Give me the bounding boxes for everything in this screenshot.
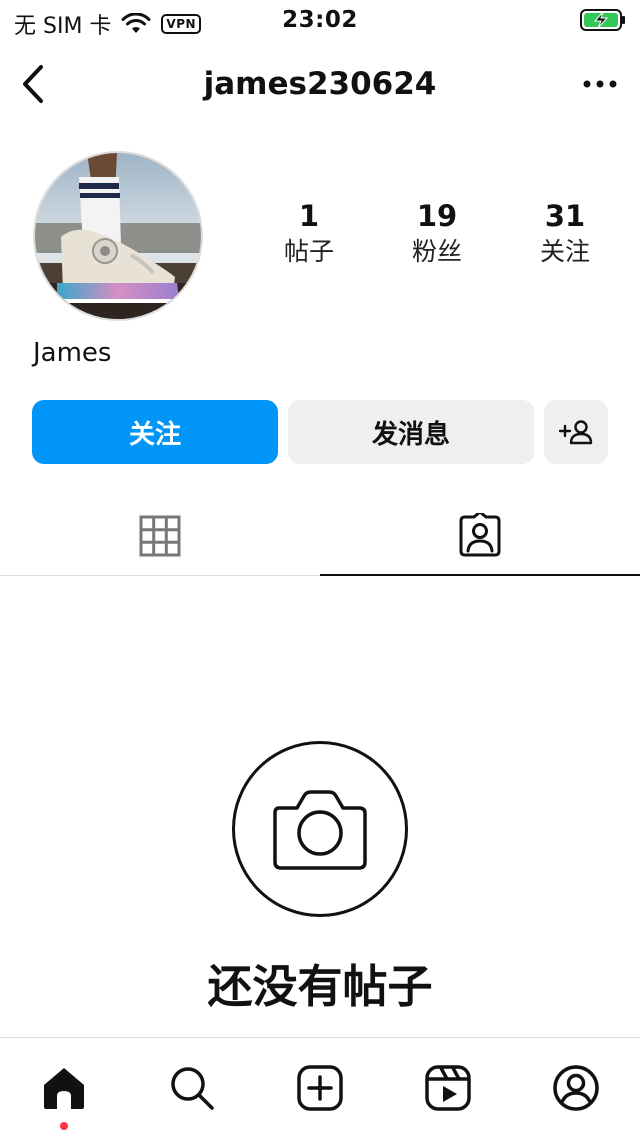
bottom-tab-bar — [0, 1037, 640, 1136]
profile-stats: 1 帖子 19 粉丝 31 关注 — [245, 196, 630, 268]
nav-create[interactable] — [292, 1060, 348, 1116]
profile-icon — [553, 1065, 599, 1111]
empty-state-camera-circle — [232, 741, 408, 917]
status-bar: 无 SIM 卡 VPN 23:02 — [0, 0, 640, 40]
profile-tabs — [0, 496, 640, 576]
nav-profile[interactable] — [548, 1060, 604, 1116]
empty-state-text: 还没有帖子 — [207, 960, 433, 1013]
tagged-icon — [459, 513, 501, 557]
search-icon — [171, 1067, 214, 1110]
tab-posts-grid[interactable] — [0, 496, 320, 576]
add-person-icon — [559, 420, 593, 445]
tab-tagged[interactable] — [320, 496, 640, 576]
reels-icon — [425, 1065, 471, 1111]
camera-icon — [273, 790, 367, 870]
create-icon — [297, 1065, 343, 1111]
stat-posts-count: 1 — [298, 199, 320, 233]
profile-avatar[interactable] — [33, 151, 203, 321]
ellipsis-icon — [583, 80, 617, 88]
sneaker-photo — [35, 153, 201, 319]
nav-home[interactable] — [36, 1060, 92, 1116]
home-icon — [44, 1068, 84, 1109]
stat-following-count: 31 — [544, 199, 586, 233]
status-time: 23:02 — [282, 7, 358, 33]
nav-bar: james230624 — [0, 56, 640, 112]
stat-following[interactable]: 31 关注 — [501, 196, 629, 268]
battery-charging-icon — [580, 9, 625, 31]
profile-username-title: james230624 — [203, 66, 437, 102]
more-options-button[interactable] — [580, 66, 620, 102]
stat-posts-label: 帖子 — [283, 237, 334, 266]
message-button[interactable]: 发消息 — [288, 400, 534, 464]
stat-followers-count: 19 — [416, 199, 458, 233]
stat-followers-label: 粉丝 — [411, 237, 462, 266]
grid-icon — [139, 515, 181, 557]
stat-following-label: 关注 — [539, 237, 590, 266]
profile-display-name: James — [33, 338, 112, 368]
follow-button[interactable]: 关注 — [32, 400, 278, 464]
suggested-users-button[interactable] — [544, 400, 608, 464]
stat-followers[interactable]: 19 粉丝 — [373, 196, 501, 268]
stat-posts[interactable]: 1 帖子 — [245, 196, 373, 268]
nav-search[interactable] — [164, 1060, 220, 1116]
home-notification-dot — [60, 1122, 68, 1130]
nav-reels[interactable] — [420, 1060, 476, 1116]
